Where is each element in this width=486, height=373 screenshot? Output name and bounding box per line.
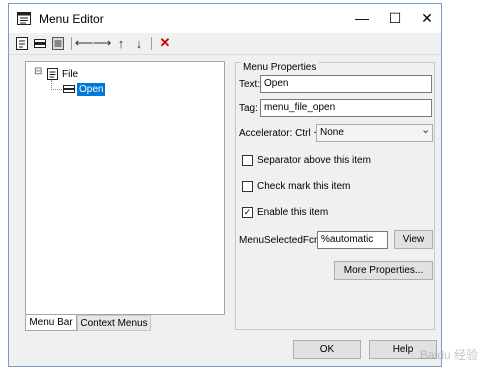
move-left-icon[interactable]: ⟵ — [75, 35, 94, 51]
enable-checkbox[interactable]: ✓ — [242, 207, 253, 218]
checkmark-checkbox[interactable] — [242, 181, 253, 192]
toolbar: ⟵ ⟶ ↑ ↓ ✕ — [9, 33, 441, 55]
menu-item-icon — [63, 85, 75, 93]
toolbar-separator — [71, 37, 72, 50]
minimize-button[interactable]: — — [347, 8, 377, 28]
tag-label: Tag: — [239, 103, 258, 114]
maximize-button[interactable]: ☐ — [380, 8, 410, 28]
text-field[interactable]: Open — [260, 75, 432, 93]
tree-item-file[interactable]: File — [62, 69, 78, 80]
close-button[interactable]: ✕ — [412, 8, 442, 28]
move-down-icon[interactable]: ↓ — [131, 35, 147, 51]
ok-button[interactable]: OK — [293, 340, 361, 359]
new-menu-item-icon[interactable] — [33, 37, 47, 50]
more-properties-button[interactable]: More Properties... — [334, 261, 433, 280]
menu-editor-window: Menu Editor — ☐ ✕ ⟵ ⟶ ↑ ↓ ✕ ⊟ File Open … — [8, 3, 442, 367]
accelerator-select[interactable]: None — [316, 124, 433, 142]
accelerator-value: None — [320, 127, 344, 138]
window-title: Menu Editor — [39, 12, 104, 26]
enable-label: Enable this item — [257, 207, 329, 218]
text-label: Text: — [239, 79, 261, 90]
separator-label: Separator above this item — [257, 155, 371, 166]
new-menu-icon[interactable] — [15, 36, 29, 51]
chevron-down-icon[interactable]: ⌄ — [421, 123, 430, 136]
callback-label: MenuSelectedFcn: — [239, 235, 323, 246]
check-icon: ✓ — [243, 207, 252, 217]
collapse-icon[interactable]: ⊟ — [34, 66, 42, 77]
tag-field[interactable]: menu_file_open — [260, 99, 432, 117]
delete-icon[interactable]: ✕ — [157, 35, 173, 51]
tree-connector — [51, 89, 62, 91]
tab-menu-bar[interactable]: Menu Bar — [25, 315, 77, 331]
new-context-menu-icon[interactable] — [51, 36, 65, 51]
view-button[interactable]: View — [394, 230, 433, 249]
move-right-icon[interactable]: ⟶ — [93, 35, 112, 51]
watermark: Baidu 经验 — [419, 348, 478, 362]
tree-item-open[interactable]: Open — [77, 83, 106, 96]
menu-tree[interactable]: ⊟ File Open — [25, 61, 225, 315]
title-bar: Menu Editor — ☐ ✕ — [9, 4, 441, 33]
menu-icon — [47, 68, 58, 80]
move-up-icon[interactable]: ↑ — [113, 35, 129, 51]
toolbar-separator — [151, 37, 152, 50]
callback-field[interactable]: %automatic — [317, 231, 388, 249]
menu-properties-legend: Menu Properties — [241, 62, 319, 73]
accelerator-label: Accelerator: Ctrl + — [239, 128, 320, 139]
menu-editor-icon — [17, 12, 31, 25]
separator-checkbox[interactable] — [242, 155, 253, 166]
checkmark-label: Check mark this item — [257, 181, 351, 192]
tab-context-menus[interactable]: Context Menus — [77, 315, 151, 331]
